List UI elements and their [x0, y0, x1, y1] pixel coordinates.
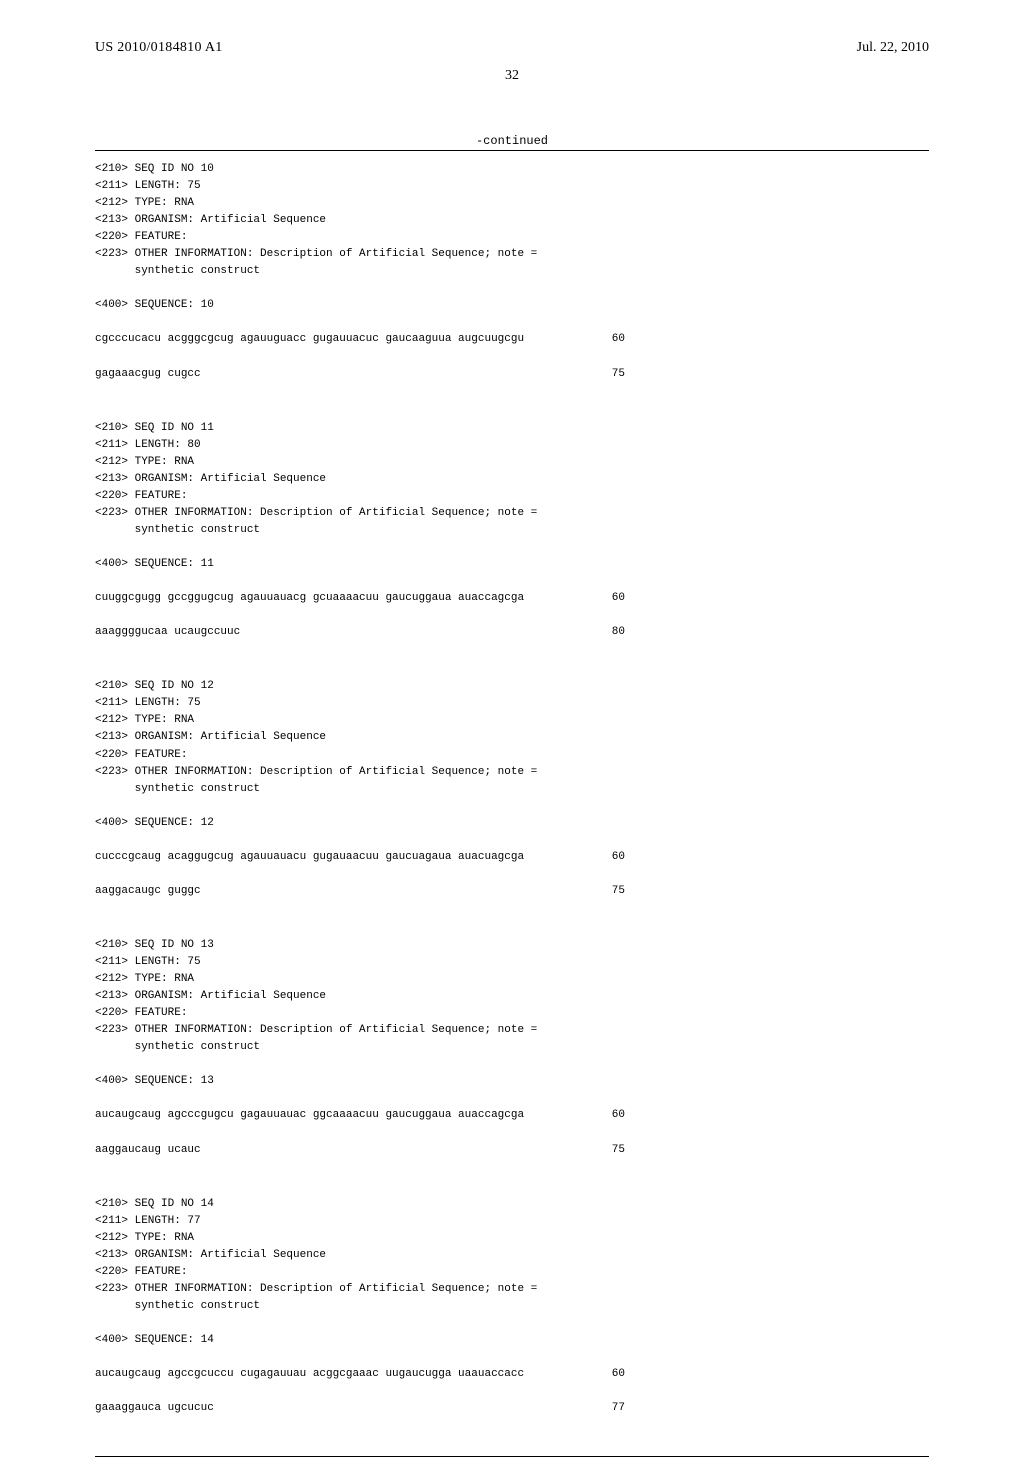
sequence-tag: <223> OTHER INFORMATION: Description of …	[95, 246, 929, 263]
sequence-position: 75	[612, 1142, 625, 1159]
sequence-tag: <212> TYPE: RNA	[95, 971, 929, 988]
sequence-line: aucaugcaug agccgcuccu cugagauuau acggcga…	[95, 1366, 625, 1383]
sequence-position: 60	[612, 331, 625, 348]
sequence-tag: <220> FEATURE:	[95, 229, 929, 246]
sequence-line: gaaaggauca ugcucuc 77	[95, 1400, 625, 1417]
sequence-block: <210> SEQ ID NO 10<211> LENGTH: 75<212> …	[95, 161, 929, 400]
sequence-tag: <213> ORGANISM: Artificial Sequence	[95, 212, 929, 229]
sequence-text: aucaugcaug agcccgugcu gagauuauac ggcaaaa…	[95, 1107, 524, 1124]
continued-label: -continued	[90, 134, 934, 148]
sequence-listing: <210> SEQ ID NO 10<211> LENGTH: 75<212> …	[95, 161, 929, 1434]
sequence-label: <400> SEQUENCE: 14	[95, 1332, 929, 1349]
sequence-line: cgcccucacu acgggcgcug agauuguacc gugauua…	[95, 331, 625, 348]
sequence-block: <210> SEQ ID NO 12<211> LENGTH: 75<212> …	[95, 678, 929, 917]
sequence-tag: synthetic construct	[95, 1039, 929, 1056]
sequence-label: <400> SEQUENCE: 13	[95, 1073, 929, 1090]
sequence-tag: <213> ORGANISM: Artificial Sequence	[95, 988, 929, 1005]
sequence-position: 75	[612, 883, 625, 900]
sequence-tag: <213> ORGANISM: Artificial Sequence	[95, 471, 929, 488]
sequence-tag: synthetic construct	[95, 263, 929, 280]
sequence-position: 60	[612, 1366, 625, 1383]
sequence-position: 75	[612, 366, 625, 383]
sequence-tag: <223> OTHER INFORMATION: Description of …	[95, 764, 929, 781]
sequence-tag: <211> LENGTH: 77	[95, 1213, 929, 1230]
sequence-text: cucccgcaug acaggugcug agauuauacu gugauaa…	[95, 849, 524, 866]
sequence-text: cuuggcgugg gccggugcug agauuauacg gcuaaaa…	[95, 590, 524, 607]
sequence-position: 60	[612, 849, 625, 866]
sequence-tag: <223> OTHER INFORMATION: Description of …	[95, 1281, 929, 1298]
sequence-line: aaaggggucaa ucaugccuuc 80	[95, 624, 625, 641]
sequence-text: cgcccucacu acgggcgcug agauuguacc gugauua…	[95, 331, 524, 348]
sequence-text: aaaggggucaa ucaugccuuc	[95, 624, 240, 641]
sequence-position: 80	[612, 624, 625, 641]
sequence-label: <400> SEQUENCE: 12	[95, 815, 929, 832]
page-header: US 2010/0184810 A1 Jul. 22, 2010	[90, 40, 934, 56]
sequence-tag: <212> TYPE: RNA	[95, 454, 929, 471]
sequence-tag: <213> ORGANISM: Artificial Sequence	[95, 1247, 929, 1264]
sequence-tag: <211> LENGTH: 75	[95, 954, 929, 971]
sequence-tag: <210> SEQ ID NO 12	[95, 678, 929, 695]
sequence-text: gaaaggauca ugcucuc	[95, 1400, 214, 1417]
sequence-block: <210> SEQ ID NO 14<211> LENGTH: 77<212> …	[95, 1196, 929, 1435]
sequence-tag: <211> LENGTH: 80	[95, 437, 929, 454]
sequence-listing-box: <210> SEQ ID NO 10<211> LENGTH: 75<212> …	[95, 150, 929, 1457]
sequence-tag: synthetic construct	[95, 781, 929, 798]
publication-number: US 2010/0184810 A1	[95, 40, 223, 56]
sequence-tag: <223> OTHER INFORMATION: Description of …	[95, 1022, 929, 1039]
sequence-tag: <210> SEQ ID NO 10	[95, 161, 929, 178]
sequence-tag: <220> FEATURE:	[95, 1005, 929, 1022]
sequence-tag: <212> TYPE: RNA	[95, 195, 929, 212]
sequence-block: <210> SEQ ID NO 11<211> LENGTH: 80<212> …	[95, 420, 929, 659]
sequence-tag: <210> SEQ ID NO 11	[95, 420, 929, 437]
sequence-line: cuuggcgugg gccggugcug agauuauacg gcuaaaa…	[95, 590, 625, 607]
sequence-label: <400> SEQUENCE: 10	[95, 297, 929, 314]
sequence-label: <400> SEQUENCE: 11	[95, 556, 929, 573]
sequence-block: <210> SEQ ID NO 13<211> LENGTH: 75<212> …	[95, 937, 929, 1176]
sequence-line: cucccgcaug acaggugcug agauuauacu gugauaa…	[95, 849, 625, 866]
sequence-position: 60	[612, 590, 625, 607]
sequence-line: gagaaacgug cugcc 75	[95, 366, 625, 383]
sequence-tag: <210> SEQ ID NO 14	[95, 1196, 929, 1213]
sequence-tag: synthetic construct	[95, 522, 929, 539]
sequence-tag: <220> FEATURE:	[95, 488, 929, 505]
sequence-tag: <212> TYPE: RNA	[95, 1230, 929, 1247]
sequence-text: aaggacaugc guggc	[95, 883, 201, 900]
sequence-tag: <213> ORGANISM: Artificial Sequence	[95, 729, 929, 746]
sequence-tag: <220> FEATURE:	[95, 747, 929, 764]
sequence-tag: <212> TYPE: RNA	[95, 712, 929, 729]
sequence-tag: <211> LENGTH: 75	[95, 178, 929, 195]
sequence-position: 60	[612, 1107, 625, 1124]
sequence-text: gagaaacgug cugcc	[95, 366, 201, 383]
sequence-tag: <220> FEATURE:	[95, 1264, 929, 1281]
sequence-line: aucaugcaug agcccgugcu gagauuauac ggcaaaa…	[95, 1107, 625, 1124]
sequence-tag: synthetic construct	[95, 1298, 929, 1315]
sequence-text: aaggaucaug ucauc	[95, 1142, 201, 1159]
sequence-text: aucaugcaug agccgcuccu cugagauuau acggcga…	[95, 1366, 524, 1383]
sequence-tag: <210> SEQ ID NO 13	[95, 937, 929, 954]
sequence-position: 77	[612, 1400, 625, 1417]
sequence-tag: <223> OTHER INFORMATION: Description of …	[95, 505, 929, 522]
page-number: 32	[90, 68, 934, 84]
sequence-tag: <211> LENGTH: 75	[95, 695, 929, 712]
sequence-line: aaggacaugc guggc 75	[95, 883, 625, 900]
sequence-line: aaggaucaug ucauc 75	[95, 1142, 625, 1159]
publication-date: Jul. 22, 2010	[857, 40, 929, 56]
